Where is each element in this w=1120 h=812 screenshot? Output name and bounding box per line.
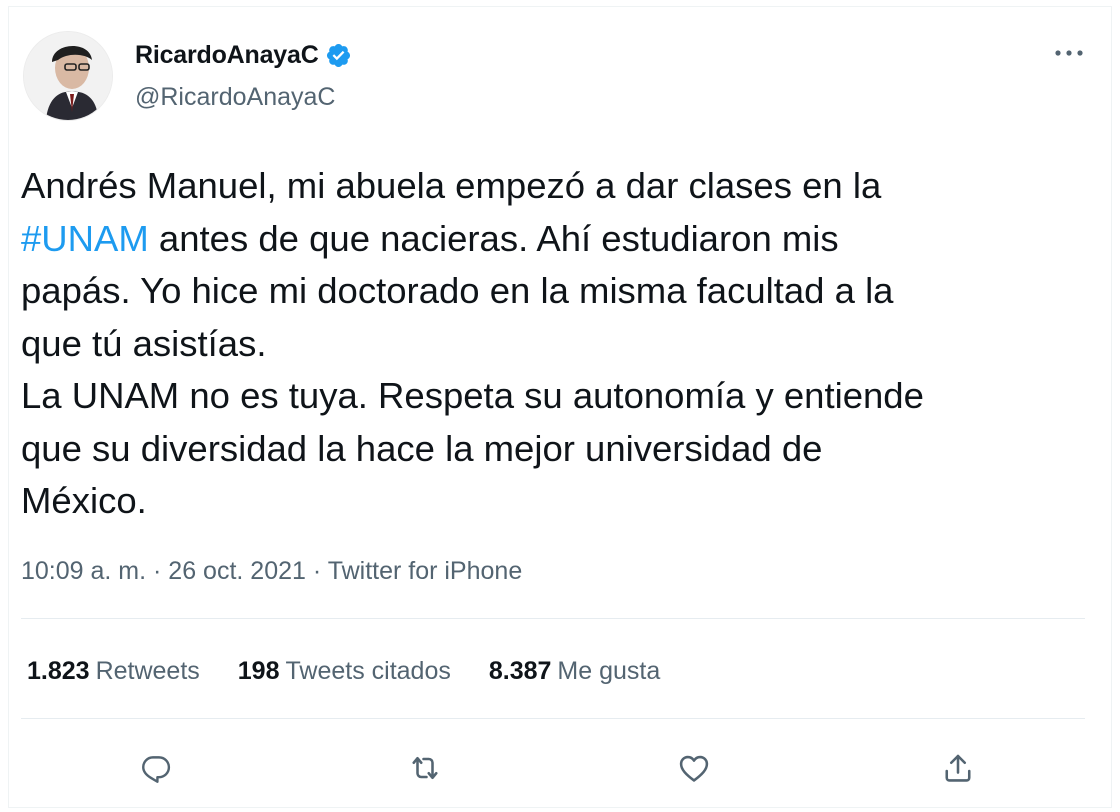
tweet-line: Andrés Manuel, mi abuela empezó a dar cl… — [21, 165, 882, 206]
display-name[interactable]: RicardoAnayaC — [135, 41, 319, 70]
quotes-label: Tweets citados — [285, 657, 451, 685]
tweet-line: papás. Yo hice mi doctorado en la misma … — [21, 270, 894, 311]
author-name-row[interactable]: RicardoAnayaC — [135, 41, 352, 70]
more-icon — [1055, 50, 1083, 56]
tweet-card: RicardoAnayaC @RicardoAnayaC Andrés Manu… — [8, 6, 1112, 808]
tweet-line: que tú asistías. — [21, 322, 267, 364]
retweets-stat[interactable]: 1.823 Retweets — [27, 657, 200, 686]
like-button[interactable] — [671, 745, 717, 791]
reply-icon — [142, 756, 171, 783]
tweet-time[interactable]: 10:09 a. m. — [21, 557, 146, 585]
tweet-metadata: 10:09 a. m. · 26 oct. 2021 · Twitter for… — [21, 557, 522, 586]
tweet-line: #UNAM antes de que nacieras. Ahí estudia… — [21, 213, 1101, 266]
tweet-line-rest: antes de que nacieras. Ahí estudiaron mi… — [148, 217, 839, 259]
divider — [21, 618, 1085, 619]
meta-separator: · — [146, 557, 169, 585]
hashtag-link[interactable]: #UNAM — [21, 218, 149, 259]
avatar-portrait — [24, 32, 112, 120]
reply-button[interactable] — [133, 745, 179, 791]
author-handle[interactable]: @RicardoAnayaC — [135, 83, 335, 112]
tweet-line: que su diversidad la hace la mejor unive… — [21, 427, 823, 469]
meta-separator: · — [305, 557, 328, 585]
avatar[interactable] — [23, 31, 113, 121]
tweet-text: Andrés Manuel, mi abuela empezó a dar cl… — [21, 160, 1101, 528]
retweet-button[interactable] — [402, 745, 448, 791]
share-icon — [945, 754, 971, 782]
likes-stat[interactable]: 8.387 Me gusta — [489, 657, 660, 686]
share-button[interactable] — [935, 745, 981, 791]
more-options-button[interactable] — [1047, 37, 1091, 69]
quotes-stat[interactable]: 198 Tweets citados — [238, 657, 451, 686]
retweets-count: 1.823 — [27, 657, 90, 685]
like-icon — [679, 755, 709, 782]
verified-badge-icon — [326, 43, 350, 68]
quotes-count: 198 — [237, 657, 280, 685]
retweet-icon — [412, 756, 438, 780]
tweet-source[interactable]: Twitter for iPhone — [328, 557, 523, 585]
tweet-date[interactable]: 26 oct. 2021 — [168, 557, 306, 585]
likes-count: 8.387 — [488, 657, 552, 685]
tweet-line: México. — [21, 480, 147, 521]
divider — [21, 718, 1085, 719]
tweet-stats: 1.823 Retweets 198 Tweets citados 8.387 Me … — [27, 657, 660, 686]
tweet-actions — [9, 745, 1113, 795]
tweet-line: La UNAM no es tuya. Respeta su autonomía… — [21, 375, 924, 416]
likes-label: Me gusta — [557, 657, 661, 685]
retweets-label: Retweets — [95, 657, 200, 685]
